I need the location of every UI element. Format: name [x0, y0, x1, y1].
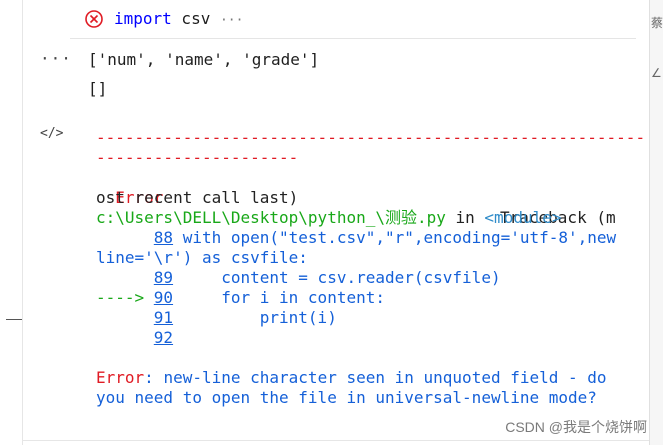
in-word: in [445, 208, 485, 227]
traceback-code-line-current: ----> 90 for i in content: [96, 288, 621, 308]
line-code: content = csv.reader(csvfile) [173, 268, 501, 287]
scroll-indicator [6, 319, 22, 320]
traceback-file-line: c:\Users\DELL\Desktop\python_\测验.py in <… [96, 208, 621, 228]
output-more-button[interactable]: ··· [40, 49, 72, 68]
final-error-message-cont: you need to open the file in universal-n… [96, 388, 597, 407]
line-number-link[interactable]: 92 [154, 328, 173, 347]
traceback-separator-2: --------------------- [96, 148, 299, 167]
output-line-2: [] [88, 79, 108, 98]
line-number-link[interactable]: 89 [154, 268, 173, 287]
watermark: CSDN @我是个烧饼啊 [505, 419, 647, 435]
line-marker [96, 308, 154, 327]
line-code: with open("test.csv","r",encoding='utf-8… [173, 228, 617, 247]
line-number-link[interactable]: 90 [154, 288, 173, 307]
error-status-icon[interactable] [84, 9, 104, 33]
final-error-text: : new-line character seen in unquoted fi… [144, 368, 607, 387]
line-code: for i in content: [173, 288, 385, 307]
cell-bottom-border [22, 440, 649, 441]
traceback-code-line: 92 [96, 328, 621, 348]
traceback-header-cont: ost recent call last) [96, 188, 299, 207]
code-keyword: import [114, 9, 172, 28]
output-type-icon[interactable]: </> [40, 126, 63, 141]
code-module: csv [171, 9, 211, 28]
line-marker [96, 328, 154, 347]
traceback-code-line: 91 print(i) [96, 308, 621, 328]
final-error-label: Error [96, 368, 145, 387]
right-edge-icon: ∠ [651, 66, 662, 80]
line-marker [96, 228, 154, 247]
gutter-border [22, 0, 23, 445]
line-number-link[interactable]: 88 [154, 228, 173, 247]
current-line-arrow: ----> [96, 288, 154, 307]
line-number-link[interactable]: 91 [154, 308, 173, 327]
file-path-link[interactable]: c:\Users\DELL\Desktop\python_\测验.py [96, 208, 446, 227]
right-edge-text: 蔡 [651, 16, 663, 30]
line-marker [96, 268, 154, 287]
line-code: print(i) [173, 308, 337, 327]
output-line-1: ['num', 'name', 'grade'] [88, 50, 320, 69]
final-error-message: Error: new-line character seen in unquot… [96, 368, 621, 388]
module-name: <module> [484, 208, 562, 227]
traceback-code-line: 89 content = csv.reader(csvfile) [96, 268, 621, 288]
collapsed-marker[interactable]: ··· [220, 13, 243, 28]
traceback-code-line-cont: line='\r') as csvfile: [96, 248, 308, 267]
cell-code-preview[interactable]: import csv ··· [114, 9, 243, 31]
traceback-separator-1: ----------------------------------------… [96, 128, 646, 147]
traceback-code-line: 88 with open("test.csv","r",encoding='ut… [96, 228, 621, 248]
